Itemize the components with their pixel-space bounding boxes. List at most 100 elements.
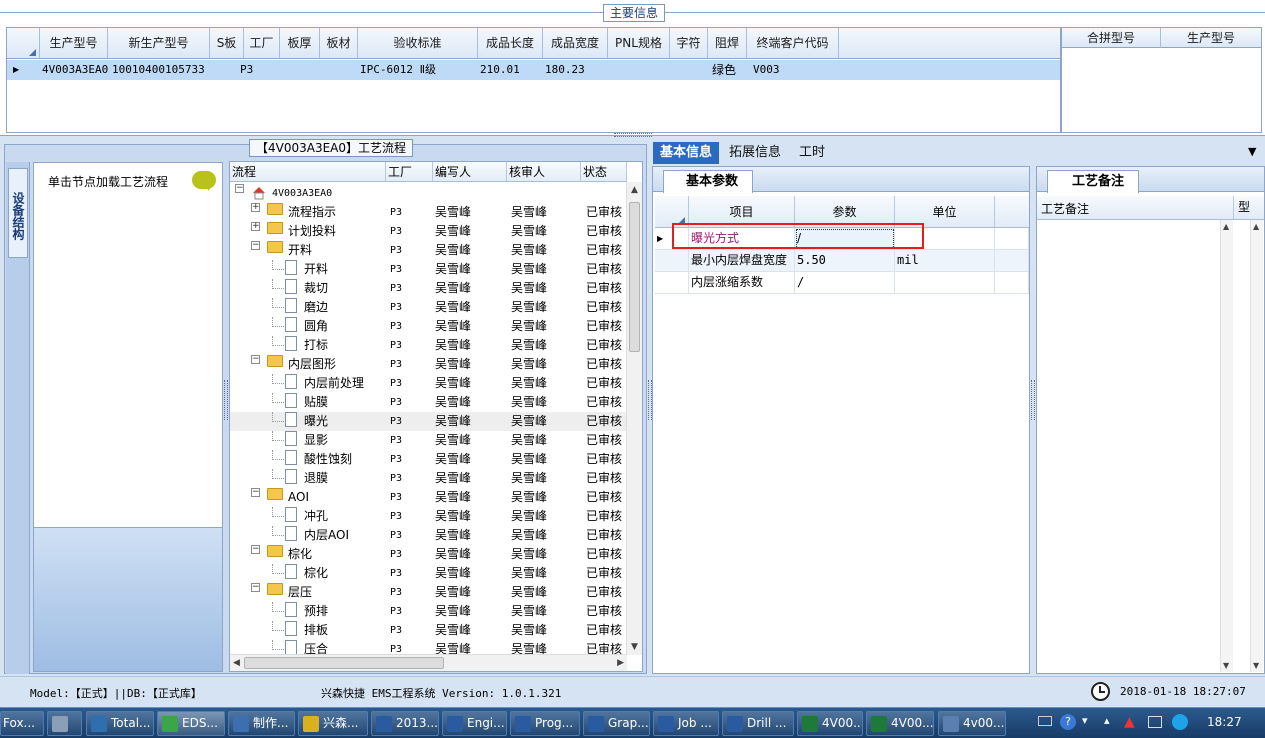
cell-material[interactable] <box>320 60 358 80</box>
tree-row[interactable]: 排板 P3 吴雪峰 吴雪峰 已审核 <box>230 621 627 640</box>
tree-row[interactable]: − 层压 P3 吴雪峰 吴雪峰 已审核 <box>230 583 627 602</box>
tree-row[interactable]: 显影 P3 吴雪峰 吴雪峰 已审核 <box>230 431 627 450</box>
tree-row[interactable]: 冲孔 P3 吴雪峰 吴雪峰 已审核 <box>230 507 627 526</box>
taskbar-clock[interactable]: 18:27 <box>1207 715 1242 729</box>
param-value[interactable]: / <box>795 272 895 294</box>
col-process-notes[interactable]: 工艺备注 <box>1041 200 1089 217</box>
tree-row[interactable]: − 开料 P3 吴雪峰 吴雪峰 已审核 <box>230 241 627 260</box>
notes-scrollbar[interactable]: ▲ ▼ <box>1220 220 1233 672</box>
tree-row[interactable]: − 棕化 P3 吴雪峰 吴雪峰 已审核 <box>230 545 627 564</box>
col-legend[interactable]: 字符 <box>670 28 708 59</box>
tree-vertical-scrollbar[interactable]: ▲ ▼ <box>626 182 642 655</box>
col-flow[interactable]: 流程 <box>230 162 386 182</box>
col-new-production-model[interactable]: 新生产型号 <box>108 28 210 59</box>
taskbar-item[interactable]: Fox... <box>0 711 44 736</box>
scroll-thumb[interactable] <box>244 657 444 669</box>
param-item[interactable]: 最小内层焊盘宽度 <box>689 250 795 272</box>
tree-row[interactable]: 预排 P3 吴雪峰 吴雪峰 已审核 <box>230 602 627 621</box>
tree-row[interactable]: 退膜 P3 吴雪峰 吴雪峰 已审核 <box>230 469 627 488</box>
collapse-icon[interactable]: − <box>251 545 260 554</box>
taskbar-item[interactable]: 兴森... <box>298 711 368 736</box>
col-status[interactable]: 状态 <box>581 162 627 182</box>
collapse-icon[interactable]: − <box>251 355 260 364</box>
tree-row[interactable]: 打标 P3 吴雪峰 吴雪峰 已审核 <box>230 336 627 355</box>
collapse-icon[interactable]: − <box>251 488 260 497</box>
table-row[interactable]: ▶ 曝光方式 / <box>655 228 1029 250</box>
col-material[interactable]: 板材 <box>320 28 358 59</box>
param-unit[interactable]: mil <box>895 250 995 272</box>
col-unit[interactable]: 单位 <box>895 196 995 228</box>
scroll-left-arrow-icon[interactable]: ◀ <box>233 658 240 668</box>
cell-pnl-spec[interactable] <box>608 60 670 80</box>
tab-extended-info[interactable]: 拓展信息 <box>722 142 788 164</box>
param-item[interactable]: 内层涨缩系数 <box>689 272 795 294</box>
keyboard-icon[interactable] <box>1038 716 1052 726</box>
tree-row[interactable]: 酸性蚀刻 P3 吴雪峰 吴雪峰 已审核 <box>230 450 627 469</box>
tree-row[interactable]: 内层前处理 P3 吴雪峰 吴雪峰 已审核 <box>230 374 627 393</box>
expand-icon[interactable]: + <box>251 203 260 212</box>
taskbar-item[interactable]: Prog... <box>510 711 580 736</box>
show-hidden-icons-icon[interactable]: ▴ <box>1104 714 1110 727</box>
taskbar-item[interactable]: Total... <box>86 711 154 736</box>
table-row[interactable]: 最小内层焊盘宽度 5.50 mil <box>655 250 1029 272</box>
tree-horizontal-scrollbar[interactable]: ◀ ▶ <box>230 654 627 671</box>
cell-thickness[interactable] <box>280 60 320 80</box>
param-item[interactable]: 曝光方式 <box>689 228 795 250</box>
scroll-down-arrow-icon[interactable]: ▼ <box>1223 661 1229 670</box>
cell-legend[interactable] <box>670 60 708 80</box>
tab-process-notes[interactable]: 工艺备注 <box>1047 170 1140 193</box>
scroll-up-arrow-icon[interactable]: ▲ <box>631 185 638 195</box>
type-scrollbar[interactable]: ▲ ▼ <box>1250 220 1263 672</box>
tree-row[interactable]: 裁切 P3 吴雪峰 吴雪峰 已审核 <box>230 279 627 298</box>
taskbar-item[interactable]: 4V00... <box>797 711 863 736</box>
col-finished-width[interactable]: 成品宽度 <box>543 28 608 59</box>
cell-production-model[interactable]: 4V003A3EA0 <box>40 60 108 80</box>
taskbar-item[interactable]: Drill ... <box>722 711 794 736</box>
tree-root[interactable]: − 4V003A3EA0 <box>230 184 627 203</box>
cell-finished-length[interactable]: 210.01 <box>478 60 543 80</box>
col-acceptance-standard[interactable]: 验收标准 <box>358 28 478 59</box>
tree-row[interactable]: − 内层图形 P3 吴雪峰 吴雪峰 已审核 <box>230 355 627 374</box>
tree-row[interactable]: 内层AOI P3 吴雪峰 吴雪峰 已审核 <box>230 526 627 545</box>
col-pnl-spec[interactable]: PNL规格 <box>608 28 670 59</box>
taskbar-item[interactable]: 4v00... <box>938 711 1006 736</box>
col-item[interactable]: 项目 <box>689 196 795 228</box>
col-thickness[interactable]: 板厚 <box>280 28 320 59</box>
scroll-up-arrow-icon[interactable]: ▲ <box>1253 222 1259 231</box>
taskbar-item[interactable]: 制作... <box>228 711 295 736</box>
tree-row[interactable]: 棕化 P3 吴雪峰 吴雪峰 已审核 <box>230 564 627 583</box>
cell-acceptance-standard[interactable]: IPC-6012 Ⅱ级 <box>358 60 478 80</box>
taskbar-item[interactable]: 2013... <box>371 711 439 736</box>
collapse-icon[interactable]: − <box>235 184 244 193</box>
tab-work-hours[interactable]: 工时 <box>792 142 832 164</box>
col-factory[interactable]: 工厂 <box>244 28 280 59</box>
splitter-grip-left[interactable] <box>224 380 228 420</box>
network-icon[interactable] <box>1148 716 1162 728</box>
scroll-down-arrow-icon[interactable]: ▼ <box>1253 661 1259 670</box>
col-solder-mask[interactable]: 阻焊 <box>708 28 747 59</box>
scroll-up-arrow-icon[interactable]: ▲ <box>1223 222 1229 231</box>
col-s-board[interactable]: S板 <box>210 28 244 59</box>
tree-row[interactable]: 开料 P3 吴雪峰 吴雪峰 已审核 <box>230 260 627 279</box>
help-icon[interactable]: ? <box>1060 714 1076 730</box>
param-value[interactable]: / <box>795 228 895 250</box>
col-type[interactable]: 型 <box>1233 196 1264 219</box>
tree-row[interactable]: 曝光 P3 吴雪峰 吴雪峰 已审核 <box>230 412 627 431</box>
col-production-model[interactable]: 生产型号 <box>40 28 108 59</box>
table-row[interactable]: 内层涨缩系数 / <box>655 272 1029 294</box>
col-customer-code[interactable]: 终端客户代码 <box>747 28 839 59</box>
cell-factory[interactable]: P3 <box>238 60 274 80</box>
tree-row[interactable]: 圆角 P3 吴雪峰 吴雪峰 已审核 <box>230 317 627 336</box>
app-tray-icon[interactable]: ▲ <box>1124 714 1135 730</box>
tree-row[interactable]: 贴膜 P3 吴雪峰 吴雪峰 已审核 <box>230 393 627 412</box>
col-finished-length[interactable]: 成品长度 <box>478 28 543 59</box>
cell-solder-mask[interactable]: 绿色 <box>710 60 747 80</box>
collapse-icon[interactable]: − <box>251 241 260 250</box>
tab-basic-info[interactable]: 基本信息 <box>653 142 720 164</box>
col-side-production-model[interactable]: 生产型号 <box>1161 28 1261 48</box>
cell-new-production-model[interactable]: 10010400105733 <box>110 60 210 80</box>
scroll-thumb[interactable] <box>629 202 640 352</box>
scroll-down-arrow-icon[interactable]: ▼ <box>631 642 638 652</box>
taskbar-item[interactable]: Job ... <box>653 711 719 736</box>
param-unit[interactable] <box>895 228 995 250</box>
